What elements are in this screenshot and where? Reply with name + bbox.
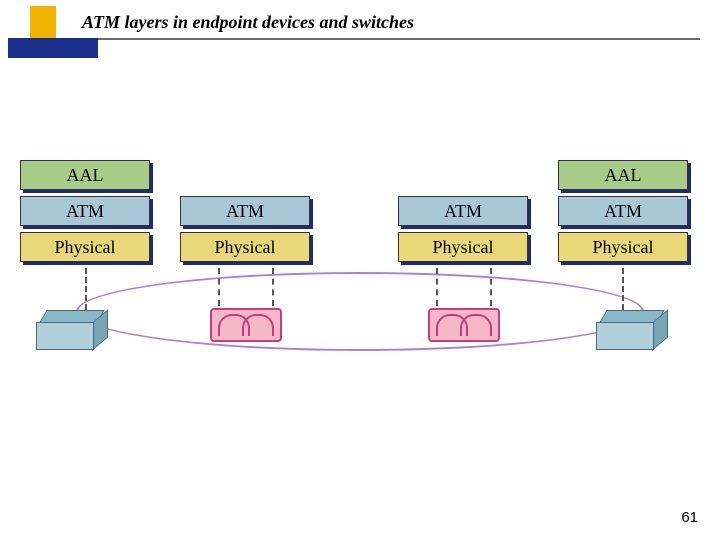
layer-atm: ATM [180,196,310,226]
connector [622,268,624,310]
diagram: AAL ATM Physical ATM Physical [0,160,720,390]
slide-title: ATM layers in endpoint devices and switc… [82,12,414,33]
header-divider [58,38,700,40]
layer-physical: Physical [20,232,150,262]
layer-physical: Physical [180,232,310,262]
header-accent-small [30,22,56,38]
connector [85,268,87,310]
slide: ATM layers in endpoint devices and switc… [0,0,720,540]
connector [436,268,438,306]
header-accent-bar [8,38,98,58]
device-switch [428,308,500,342]
network-cloud [76,272,644,351]
device-switch [210,308,282,342]
stack-endpoint-right: AAL ATM Physical [558,160,688,268]
device-endpoint [596,310,664,354]
layer-aal: AAL [558,160,688,190]
device-endpoint [36,310,104,354]
layer-atm: ATM [558,196,688,226]
layer-atm: ATM [20,196,150,226]
connector [490,268,492,306]
stack-switch-2: ATM Physical [398,196,528,268]
connector [218,268,220,306]
layer-physical: Physical [398,232,528,262]
page-number: 61 [681,509,698,526]
layer-atm: ATM [398,196,528,226]
stack-endpoint-left: AAL ATM Physical [20,160,150,268]
layer-aal: AAL [20,160,150,190]
connector [272,268,274,306]
stack-switch-1: ATM Physical [180,196,310,268]
layer-physical: Physical [558,232,688,262]
